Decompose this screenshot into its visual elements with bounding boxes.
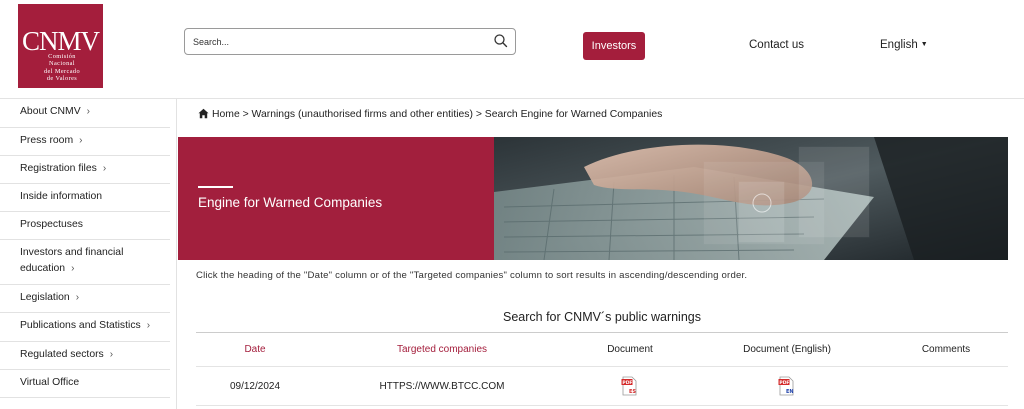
row-date: 09/12/2024 xyxy=(229,381,281,392)
table-title-divider xyxy=(196,332,1008,333)
svg-text:PDF: PDF xyxy=(622,380,632,386)
svg-text:EN: EN xyxy=(786,389,794,395)
contact-us-link[interactable]: Contact us xyxy=(749,39,804,51)
sidebar-item-legislation[interactable]: Legislation › xyxy=(0,285,170,313)
page-banner: Engine for Warned Companies xyxy=(178,137,1008,260)
sort-instructions: Click the heading of the "Date" column o… xyxy=(196,270,748,281)
sidebar-item-press-room[interactable]: Press room › xyxy=(0,128,170,156)
home-icon xyxy=(198,108,209,119)
banner-laptop-image xyxy=(494,137,1008,260)
language-selector[interactable]: English ▼ xyxy=(880,39,928,51)
chevron-right-icon: › xyxy=(75,292,80,303)
sidebar-item-about[interactable]: About CNMV › xyxy=(0,99,170,128)
caret-down-icon: ▼ xyxy=(920,41,928,48)
column-header-document: Document xyxy=(607,344,653,355)
sidebar-item-investors-education[interactable]: Investors and financial education › xyxy=(0,240,170,285)
column-header-date[interactable]: Date xyxy=(225,344,285,355)
sidebar-menu: About CNMV › Press room › Registration fil… xyxy=(0,99,170,398)
row-company: HTTPS://WWW.BTCC.COM xyxy=(379,381,505,392)
table-title: Search for CNMV´s public warnings xyxy=(503,310,701,324)
sidebar-divider xyxy=(176,99,177,409)
chevron-right-icon: › xyxy=(109,349,114,360)
sidebar-item-regulated-sectors[interactable]: Regulated sectors › xyxy=(0,342,170,370)
breadcrumb[interactable]: Home > Warnings (unauthorised firms and … xyxy=(198,108,662,120)
sidebar-item-publications[interactable]: Publications and Statistics › xyxy=(0,313,170,342)
chevron-right-icon: › xyxy=(79,135,83,146)
svg-text:PDF: PDF xyxy=(779,380,789,386)
sidebar-item-prospectuses[interactable]: Prospectuses xyxy=(0,212,170,240)
pdf-document-en-icon[interactable]: PDF EN xyxy=(778,376,796,396)
sidebar-item-registration-files[interactable]: Registration files › xyxy=(0,156,170,184)
breadcrumb-text: Home > Warnings (unauthorised firms and … xyxy=(212,109,663,120)
language-label: English xyxy=(880,39,918,51)
chevron-right-icon: › xyxy=(86,106,90,117)
svg-text:ES: ES xyxy=(629,389,636,395)
investors-button[interactable]: Investors xyxy=(583,32,645,60)
page-title: Engine for Warned Companies xyxy=(198,195,383,210)
column-header-document-english: Document (English) xyxy=(743,344,831,355)
search-icon[interactable] xyxy=(493,33,509,49)
search-box xyxy=(184,28,516,55)
chevron-right-icon: › xyxy=(71,263,75,274)
chevron-right-icon: › xyxy=(102,163,107,174)
table-row-divider xyxy=(196,405,1008,406)
sidebar-item-virtual-office[interactable]: Virtual Office xyxy=(0,370,170,398)
column-header-comments: Comments xyxy=(921,344,971,355)
banner-rule xyxy=(198,186,233,188)
chevron-right-icon: › xyxy=(146,320,151,331)
table-header-divider xyxy=(196,366,1008,367)
column-header-targeted-companies[interactable]: Targeted companies xyxy=(372,344,512,355)
pdf-document-es-icon[interactable]: PDF ES xyxy=(621,376,639,396)
logo-subtitle: Comisión Nacional del Mercado de Valores xyxy=(43,53,81,82)
cnmv-logo[interactable]: CNMV Comisión Nacional del Mercado de Va… xyxy=(18,4,103,88)
sidebar-item-inside-information[interactable]: Inside information xyxy=(0,184,170,212)
search-input[interactable] xyxy=(193,33,483,51)
